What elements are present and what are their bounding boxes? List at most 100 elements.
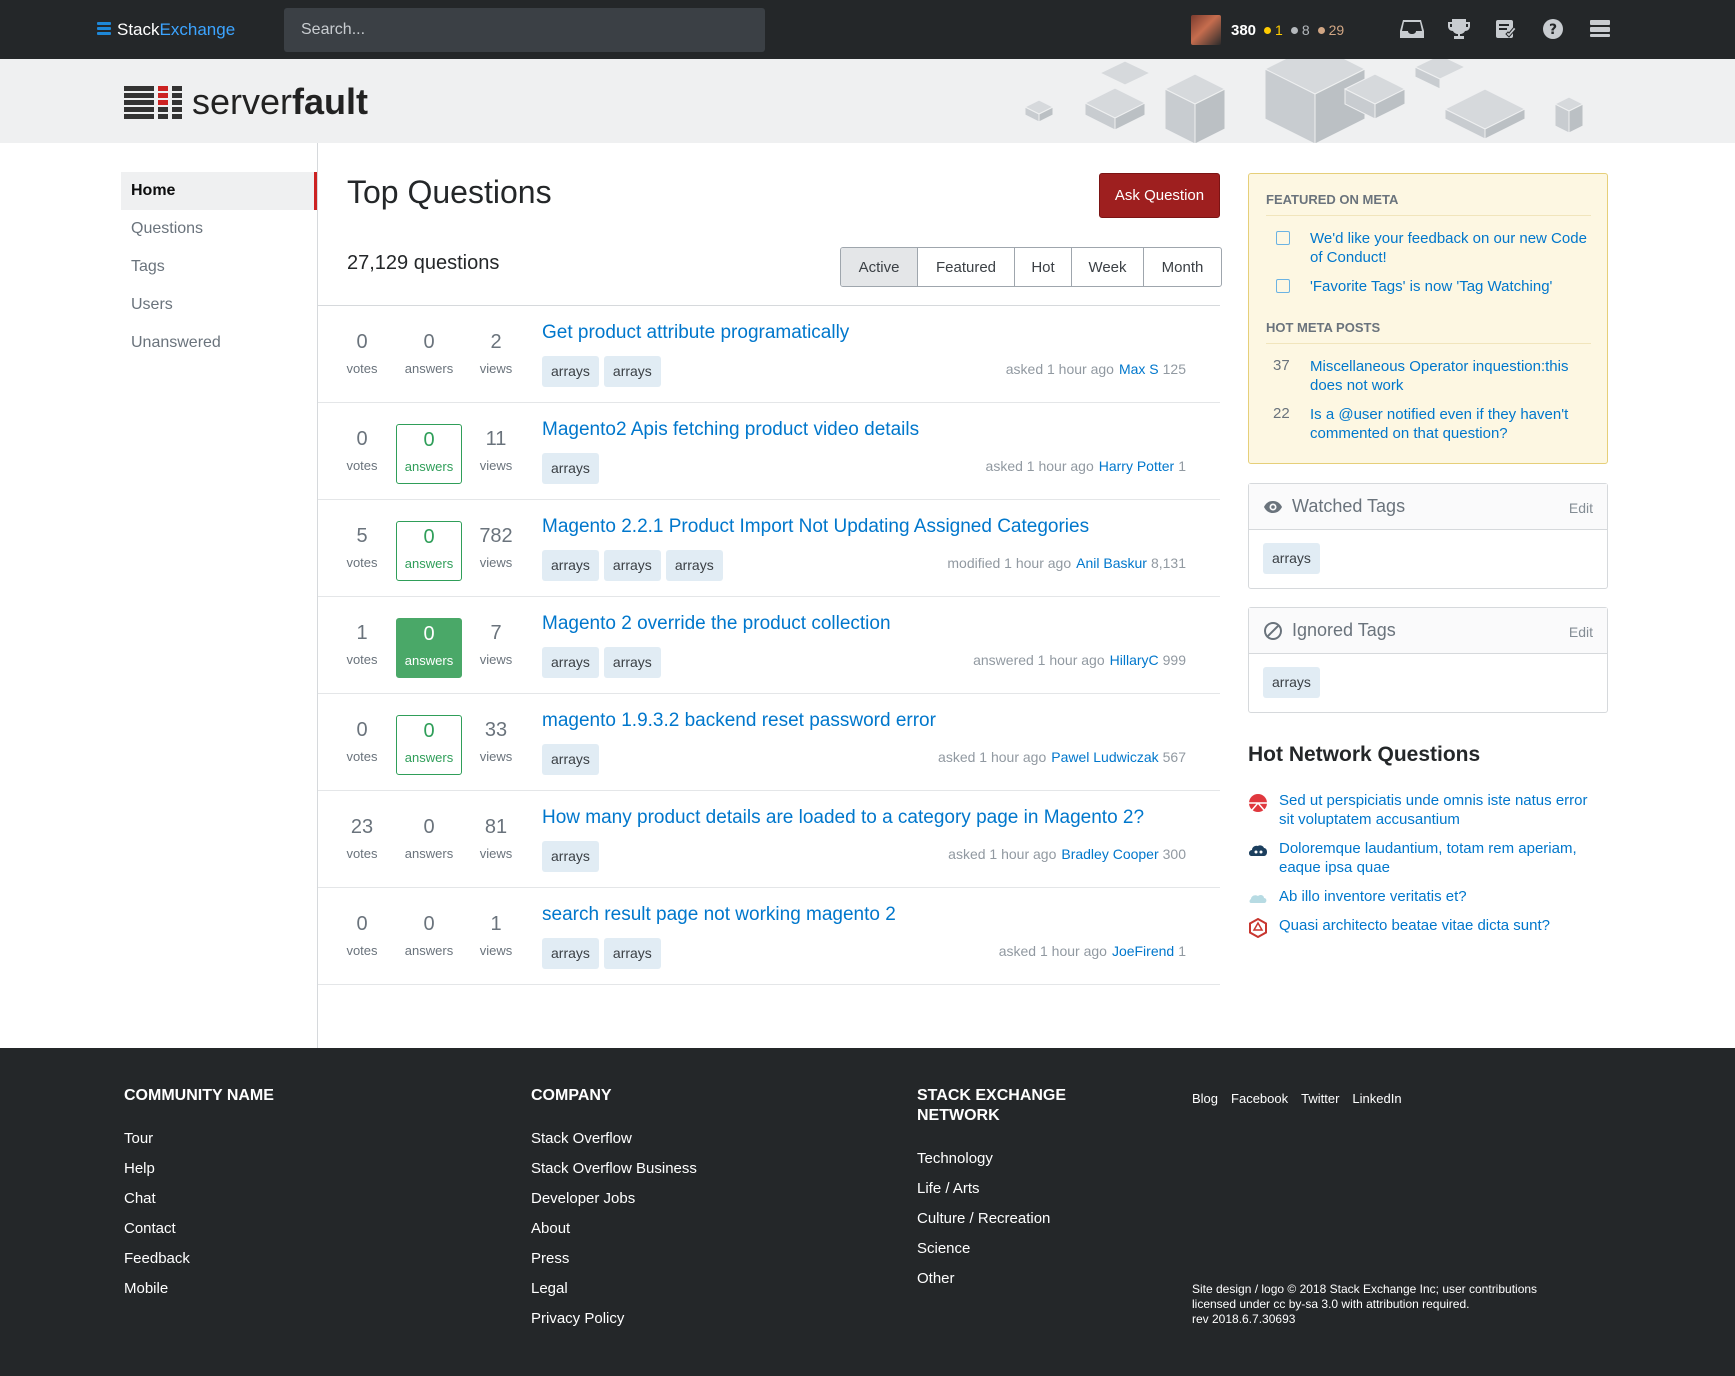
meta-post-icon <box>1276 279 1290 293</box>
blog-link[interactable]: Blog <box>1192 1091 1218 1106</box>
user-link[interactable]: Max S <box>1119 361 1159 377</box>
footer-link[interactable]: Science <box>917 1234 1097 1264</box>
tab-week[interactable]: Week <box>1071 248 1143 286</box>
user-link[interactable]: Pawel Ludwiczak <box>1051 749 1158 765</box>
footer-column-network: STACK EXCHANGE NETWORK Technology Life /… <box>917 1086 1097 1294</box>
user-link[interactable]: Bradley Cooper <box>1061 846 1158 862</box>
tag-link[interactable]: arrays <box>603 550 661 581</box>
hot-meta-link[interactable]: Miscellaneous Operator inquestion:this d… <box>1310 357 1590 395</box>
header-decoration-cubes <box>1023 59 1585 143</box>
help-icon[interactable]: ? <box>1541 17 1565 41</box>
question-title-link[interactable]: Magento2 Apis fetching product video det… <box>542 419 919 441</box>
question-title-link[interactable]: Magento 2 override the product collectio… <box>542 613 891 635</box>
nav-tags[interactable]: Tags <box>121 248 317 286</box>
watched-tags-edit-link[interactable]: Edit <box>1569 500 1593 516</box>
inbox-icon[interactable] <box>1400 17 1424 41</box>
question-title-link[interactable]: search result page not working magento 2 <box>542 904 896 926</box>
tab-month[interactable]: Month <box>1143 248 1221 286</box>
tag-link[interactable]: arrays <box>542 841 599 872</box>
footer-link[interactable]: Life / Arts <box>917 1174 1097 1204</box>
serverfault-logo[interactable]: serverfault <box>124 81 368 123</box>
question-meta: asked 1 hour ago Pawel Ludwiczak 567 <box>938 749 1186 765</box>
user-reputation: 1 <box>1178 943 1186 959</box>
ask-question-button[interactable]: Ask Question <box>1099 173 1220 218</box>
user-link[interactable]: JoeFirend <box>1112 943 1174 959</box>
question-title-link[interactable]: magento 1.9.3.2 backend reset password e… <box>542 710 936 732</box>
footer-link[interactable]: Chat <box>124 1184 274 1214</box>
user-card[interactable]: 380 1 8 29 <box>1191 15 1344 45</box>
tag-link[interactable]: arrays <box>542 744 599 775</box>
nav-home[interactable]: Home <box>121 172 317 210</box>
ignored-tags-edit-link[interactable]: Edit <box>1569 624 1593 640</box>
tab-featured[interactable]: Featured <box>917 248 1014 286</box>
activity-text: asked 1 hour ago <box>948 846 1057 862</box>
tab-active[interactable]: Active <box>841 248 917 286</box>
hnq-link[interactable]: Quasi architecto beatae vitae dicta sunt… <box>1279 916 1599 935</box>
user-reputation: 300 <box>1162 846 1186 862</box>
answer-count: 0 answers <box>396 715 462 775</box>
tag-link[interactable]: arrays <box>542 356 599 387</box>
hnq-link[interactable]: Doloremque laudantium, totam rem aperiam… <box>1279 839 1599 877</box>
tab-hot[interactable]: Hot <box>1014 248 1071 286</box>
featured-link[interactable]: We'd like your feedback on our new Code … <box>1310 229 1590 267</box>
linkedin-link[interactable]: LinkedIn <box>1352 1091 1401 1106</box>
hnq-link[interactable]: Sed ut perspiciatis unde omnis iste natu… <box>1279 791 1599 829</box>
footer-link[interactable]: Mobile <box>124 1274 274 1304</box>
featured-link[interactable]: 'Favorite Tags' is now 'Tag Watching' <box>1310 277 1590 296</box>
eye-icon <box>1264 501 1282 513</box>
tag-link[interactable]: arrays <box>542 550 599 581</box>
footer-link[interactable]: Tour <box>124 1124 274 1154</box>
ignored-tag[interactable]: arrays <box>1263 667 1320 698</box>
user-link[interactable]: Anil Baskur <box>1076 555 1147 571</box>
footer-link[interactable]: Technology <box>917 1144 1097 1174</box>
site-switcher-icon[interactable] <box>1588 17 1612 41</box>
question-title-link[interactable]: How many product details are loaded to a… <box>542 807 1144 829</box>
question-summary: 0 votes 0 answers 1 views search result pag… <box>318 888 1220 985</box>
tag-link[interactable]: arrays <box>665 550 723 581</box>
avatar[interactable] <box>1191 15 1221 45</box>
hnq-link[interactable]: Ab illo inventore veritatis et? <box>1279 887 1599 906</box>
stackexchange-logo[interactable]: Stack Exchange <box>97 20 235 40</box>
watched-tag[interactable]: arrays <box>1263 543 1320 574</box>
footer-link[interactable]: Culture / Recreation <box>917 1204 1097 1234</box>
view-count: 782 views <box>479 525 513 570</box>
hot-meta-link[interactable]: Is a @user notified even if they haven't… <box>1310 405 1590 443</box>
footer-link[interactable]: About <box>531 1214 697 1244</box>
footer-link[interactable]: Contact <box>124 1214 274 1244</box>
user-link[interactable]: Harry Potter <box>1099 458 1174 474</box>
question-title-link[interactable]: Magento 2.2.1 Product Import Not Updatin… <box>542 516 1089 538</box>
footer-link[interactable]: Legal <box>531 1274 697 1304</box>
footer-link[interactable]: Other <box>917 1264 1097 1294</box>
user-link[interactable]: HillaryC <box>1110 652 1159 668</box>
footer-link[interactable]: Feedback <box>124 1244 274 1274</box>
tag-link[interactable]: arrays <box>603 938 661 969</box>
footer-link[interactable]: Help <box>124 1154 274 1184</box>
footer-link[interactable]: Stack Overflow <box>531 1124 697 1154</box>
search-input[interactable] <box>284 8 765 52</box>
footer-column-company: COMPANY Stack Overflow Stack Overflow Bu… <box>531 1086 697 1334</box>
tag-link[interactable]: arrays <box>603 647 661 678</box>
activity-text: asked 1 hour ago <box>985 458 1094 474</box>
hot-meta-score: 22 <box>1273 405 1290 422</box>
user-reputation: 999 <box>1162 652 1186 668</box>
hot-meta-score: 37 <box>1273 357 1290 374</box>
twitter-link[interactable]: Twitter <box>1301 1091 1339 1106</box>
facebook-link[interactable]: Facebook <box>1231 1091 1288 1106</box>
nav-questions[interactable]: Questions <box>121 210 317 248</box>
tag-link[interactable]: arrays <box>542 938 599 969</box>
footer-link[interactable]: Press <box>531 1244 697 1274</box>
tag-link[interactable]: arrays <box>603 356 661 387</box>
nav-unanswered[interactable]: Unanswered <box>121 324 317 362</box>
tag-link[interactable]: arrays <box>542 453 599 484</box>
review-queue-icon[interactable] <box>1494 17 1518 41</box>
footer-link[interactable]: Stack Overflow Business <box>531 1154 697 1184</box>
achievements-trophy-icon[interactable] <box>1447 17 1471 41</box>
footer-link[interactable]: Privacy Policy <box>531 1304 697 1334</box>
nav-users[interactable]: Users <box>121 286 317 324</box>
serverfault-logo-icon <box>124 85 184 119</box>
site-footer: COMMUNITY NAME Tour Help Chat Contact Fe… <box>0 1048 1735 1376</box>
question-title-link[interactable]: Get product attribute programatically <box>542 322 849 344</box>
question-summary: 5 votes 0 answers 782 views Magento 2.2.1 P… <box>318 500 1220 597</box>
tag-link[interactable]: arrays <box>542 647 599 678</box>
footer-link[interactable]: Developer Jobs <box>531 1184 697 1214</box>
